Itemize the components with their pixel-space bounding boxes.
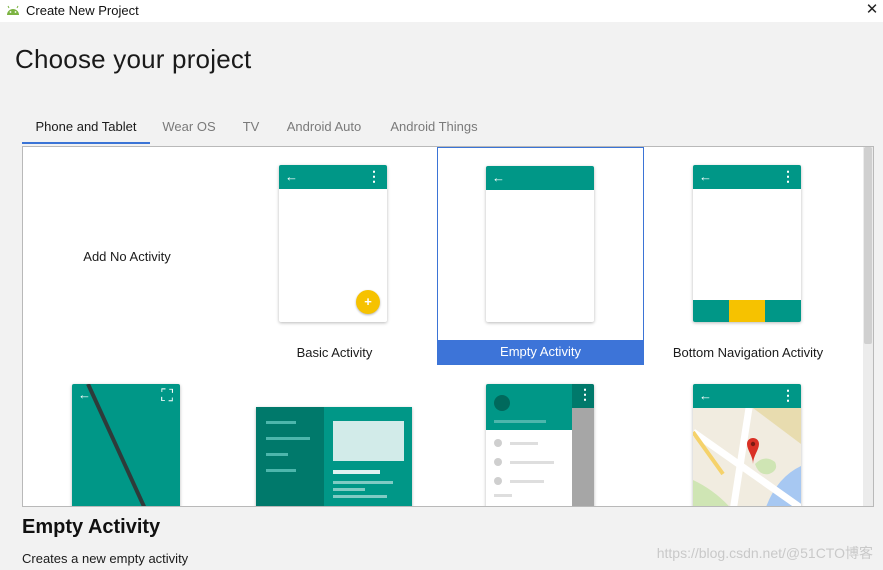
gallery-scrollbar[interactable]: [863, 147, 873, 506]
app-bar: ← ⋮: [693, 165, 801, 189]
bottom-nav-active-item: [729, 300, 765, 322]
bottom-navigation-bar: [693, 300, 801, 322]
close-icon[interactable]: ✕: [861, 0, 883, 22]
template-basic-activity[interactable]: ← ⋮ + Basic Activity: [231, 147, 438, 365]
back-arrow-icon: ←: [285, 169, 298, 184]
fullscreen-icon: ⛶: [161, 386, 173, 405]
master-pane: [256, 407, 324, 506]
drawer-toolbar-shadow: ⋮: [572, 384, 594, 408]
title-bar: Create New Project ✕: [0, 0, 883, 22]
drawer-header: [486, 384, 572, 430]
phone-preview: ← ⛶: [72, 384, 180, 506]
template-google-maps-activity[interactable]: ← ⋮: [644, 383, 852, 506]
back-arrow-icon: ←: [699, 169, 712, 184]
overflow-menu-icon: ⋮: [367, 168, 381, 184]
overflow-menu-icon: ⋮: [781, 168, 795, 184]
tablet-preview: [256, 407, 412, 506]
phone-preview: ← ⋮: [693, 165, 801, 322]
detail-image-placeholder: [333, 421, 404, 461]
overflow-menu-icon: ⋮: [781, 387, 795, 403]
template-label: Basic Activity: [296, 345, 373, 360]
template-master-detail-flow[interactable]: [231, 383, 438, 506]
back-arrow-icon: ←: [492, 170, 505, 185]
android-icon: [7, 5, 19, 15]
template-label: Bottom Navigation Activity: [672, 345, 824, 360]
overflow-menu-icon: ⋮: [578, 386, 592, 402]
template-label: Empty Activity: [438, 340, 643, 364]
phone-preview: ← ⋮: [693, 384, 801, 506]
template-label: Add No Activity: [83, 249, 171, 264]
scrollbar-thumb[interactable]: [864, 147, 872, 344]
back-arrow-icon: ←: [78, 387, 91, 402]
watermark: https://blog.csdn.net/@51CTO博客: [656, 545, 873, 561]
page-title: Choose your project: [15, 44, 252, 74]
add-icon: +: [356, 290, 380, 314]
back-arrow-icon: ←: [699, 388, 712, 403]
tab-android-auto[interactable]: Android Auto: [276, 114, 372, 142]
template-bottom-navigation-activity[interactable]: ← ⋮ Bottom Navigation Activity: [644, 147, 852, 365]
phone-preview: ← ⋮ +: [279, 165, 387, 322]
app-bar: ← ⋮: [279, 165, 387, 189]
tab-phone-and-tablet[interactable]: Phone and Tablet: [22, 114, 150, 144]
avatar: [494, 395, 510, 411]
tab-android-things[interactable]: Android Things: [382, 114, 486, 142]
tab-wear-os[interactable]: Wear OS: [152, 114, 226, 142]
app-bar: ←: [486, 166, 594, 190]
template-fullscreen-activity[interactable]: ← ⛶: [23, 383, 231, 506]
tab-tv[interactable]: TV: [236, 114, 266, 142]
template-add-no-activity[interactable]: Add No Activity: [23, 147, 231, 365]
selected-template-description: Creates a new empty activity: [22, 551, 189, 566]
phone-preview: ⋮: [486, 384, 594, 506]
template-navigation-drawer-activity[interactable]: ⋮: [438, 383, 643, 506]
template-gallery[interactable]: Add No Activity ← ⋮ + Basic Activity ← E…: [22, 146, 874, 507]
window-title: Create New Project: [26, 3, 139, 18]
phone-preview: ←: [486, 166, 594, 322]
selected-template-title: Empty Activity: [22, 516, 161, 538]
form-factor-tabs: Phone and Tablet Wear OS TV Android Auto…: [22, 114, 872, 144]
app-bar: ← ⋮: [693, 384, 801, 408]
navigation-drawer: [486, 384, 572, 506]
template-empty-activity[interactable]: ← Empty Activity: [437, 147, 644, 365]
